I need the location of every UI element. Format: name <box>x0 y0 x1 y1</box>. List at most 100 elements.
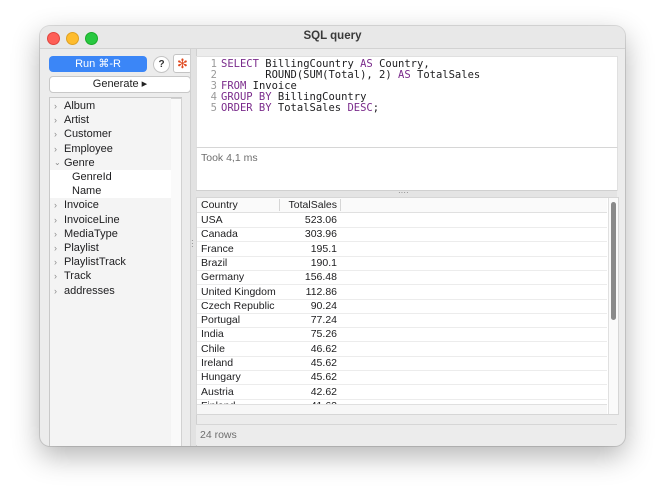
results-horizontal-scrollbar[interactable] <box>197 404 607 414</box>
tree-table-item[interactable]: › InvoiceLine <box>50 213 181 227</box>
column-header-totalsales[interactable]: TotalSales <box>279 199 337 212</box>
query-status-panel: Took 4,1 ms <box>196 147 618 191</box>
cell-country: Chile <box>201 342 225 355</box>
table-row[interactable]: United Kingdom 112.86 <box>197 285 607 300</box>
cell-country: India <box>201 328 224 341</box>
tree-table-item[interactable]: › Artist <box>50 113 181 127</box>
help-button[interactable]: ? <box>153 56 170 73</box>
tree-table-item[interactable]: › Playlist <box>50 241 181 255</box>
tree-table-item[interactable]: › Employee <box>50 142 181 156</box>
tree-item-label: addresses <box>64 284 115 297</box>
tree-table-item[interactable]: › MediaType <box>50 227 181 241</box>
cell-country: Germany <box>201 271 245 284</box>
tree-column-item[interactable]: Name <box>50 184 181 199</box>
table-row[interactable]: Canada 303.96 <box>197 227 607 243</box>
tree-item-label: PlaylistTrack <box>64 256 126 269</box>
tree-item-label: Album <box>64 100 96 112</box>
results-vertical-scrollbar[interactable] <box>608 198 618 414</box>
chevron-right-icon[interactable]: › <box>54 255 57 269</box>
cell-totalsales: 195.1 <box>310 242 337 255</box>
tree-column-item[interactable]: GenreId <box>50 170 181 184</box>
cell-country: Czech Republic <box>201 299 275 312</box>
tree-table-item[interactable]: › Invoice <box>50 198 181 212</box>
results-table[interactable]: Country TotalSales USA 523.06 Canada 303.96… <box>196 197 619 415</box>
sql-keyword: DESC <box>347 102 373 114</box>
chevron-right-icon[interactable]: › <box>54 284 57 298</box>
cell-totalsales: 45.62 <box>310 371 337 384</box>
tree-table-item[interactable]: › Customer <box>50 127 181 141</box>
schema-sidebar: Run ⌘-R ? ✻ Generate ▸ › Album › Artist › Cus… <box>40 49 192 446</box>
table-row[interactable]: Germany 156.48 <box>197 270 607 286</box>
sql-query-window: SQL query Run ⌘-R ? ✻ Generate ▸ › Album ›… <box>40 26 625 446</box>
chevron-right-icon[interactable]: › <box>54 113 57 127</box>
results-footer: 24 rows <box>196 424 617 445</box>
table-row[interactable]: France 195.1 <box>197 242 607 257</box>
table-row[interactable]: Hungary 45.62 <box>197 370 607 386</box>
table-row[interactable]: USA 523.06 <box>197 213 607 228</box>
chevron-right-icon[interactable]: › <box>54 198 57 212</box>
window-title: SQL query <box>303 30 362 42</box>
table-row[interactable]: Ireland 45.62 <box>197 356 607 371</box>
chevron-right-icon[interactable]: › <box>54 213 57 227</box>
sql-text: TotalSales <box>410 69 481 81</box>
cell-country: Ireland <box>201 357 234 369</box>
sql-editor[interactable]: 1 SELECT BillingCountry AS Country, 2 ROUN… <box>196 56 618 148</box>
chevron-right-icon[interactable]: › <box>54 142 57 156</box>
line-number: 5 <box>210 102 217 114</box>
cell-totalsales: 75.26 <box>310 328 337 341</box>
sql-keyword: ORDER BY <box>221 102 272 114</box>
tree-table-item[interactable]: › Track <box>50 269 181 283</box>
sql-keyword: AS <box>398 69 411 81</box>
cell-totalsales: 77.24 <box>310 314 337 327</box>
table-row[interactable]: Portugal 77.24 <box>197 313 607 329</box>
row-count: 24 rows <box>200 429 237 441</box>
cell-totalsales: 46.62 <box>310 342 337 355</box>
tree-item-label: Track <box>64 270 92 283</box>
tree-item-label: Invoice <box>64 199 99 212</box>
cell-totalsales: 156.48 <box>304 271 337 284</box>
cell-totalsales: 523.06 <box>304 214 337 226</box>
tree-item-label: Name <box>72 185 102 198</box>
table-row[interactable]: Austria 42.62 <box>197 385 607 400</box>
tree-table-item[interactable]: › addresses <box>50 284 181 298</box>
results-header: Country TotalSales <box>197 198 607 213</box>
tree-item-label: Genre <box>64 156 95 169</box>
column-divider[interactable] <box>340 199 341 211</box>
chevron-right-icon[interactable]: › <box>54 227 57 241</box>
cell-totalsales: 90.24 <box>310 299 337 312</box>
tree-item-label: GenreId <box>72 171 112 183</box>
sql-text: TotalSales <box>271 102 348 114</box>
run-button[interactable]: Run ⌘-R <box>49 56 147 72</box>
chevron-down-icon[interactable]: ⌄ <box>54 156 61 170</box>
tree-item-label: MediaType <box>64 227 118 240</box>
tree-scrollbar[interactable] <box>171 98 182 446</box>
tree-table-item[interactable]: ⌄ Genre <box>50 156 181 170</box>
cell-country: Austria <box>201 385 234 398</box>
schema-tree[interactable]: › Album › Artist › Customer › Employee ⌄ Genre Gen… <box>49 97 182 446</box>
tree-table-item[interactable]: › Album <box>50 99 181 113</box>
generate-button[interactable]: Generate ▸ <box>49 76 191 93</box>
query-timing: Took 4,1 ms <box>201 152 258 164</box>
cell-country: Portugal <box>201 314 241 327</box>
tree-item-label: InvoiceLine <box>64 213 120 226</box>
cell-country: France <box>201 242 234 255</box>
tree-item-label: Employee <box>64 142 113 155</box>
cell-country: United Kingdom <box>201 285 276 298</box>
tree-table-item[interactable]: › PlaylistTrack <box>50 255 181 269</box>
cell-totalsales: 45.62 <box>310 357 337 369</box>
chevron-right-icon[interactable]: › <box>54 127 57 141</box>
cell-totalsales: 42.62 <box>310 385 337 398</box>
tree-item-label: Customer <box>64 128 112 141</box>
table-row[interactable]: Czech Republic 90.24 <box>197 299 607 314</box>
chevron-right-icon[interactable]: › <box>54 99 57 113</box>
chevron-right-icon[interactable]: › <box>54 269 57 283</box>
chevron-right-icon[interactable]: › <box>54 241 57 255</box>
table-row[interactable]: India 75.26 <box>197 327 607 343</box>
column-header-country[interactable]: Country <box>201 199 238 212</box>
table-row[interactable]: Chile 46.62 <box>197 342 607 357</box>
scrollbar-thumb[interactable] <box>611 202 616 320</box>
cell-country: Canada <box>201 228 238 241</box>
tree-item-label: Artist <box>64 114 90 127</box>
tree-item-label: Playlist <box>64 242 99 254</box>
table-row[interactable]: Brazil 190.1 <box>197 256 607 271</box>
